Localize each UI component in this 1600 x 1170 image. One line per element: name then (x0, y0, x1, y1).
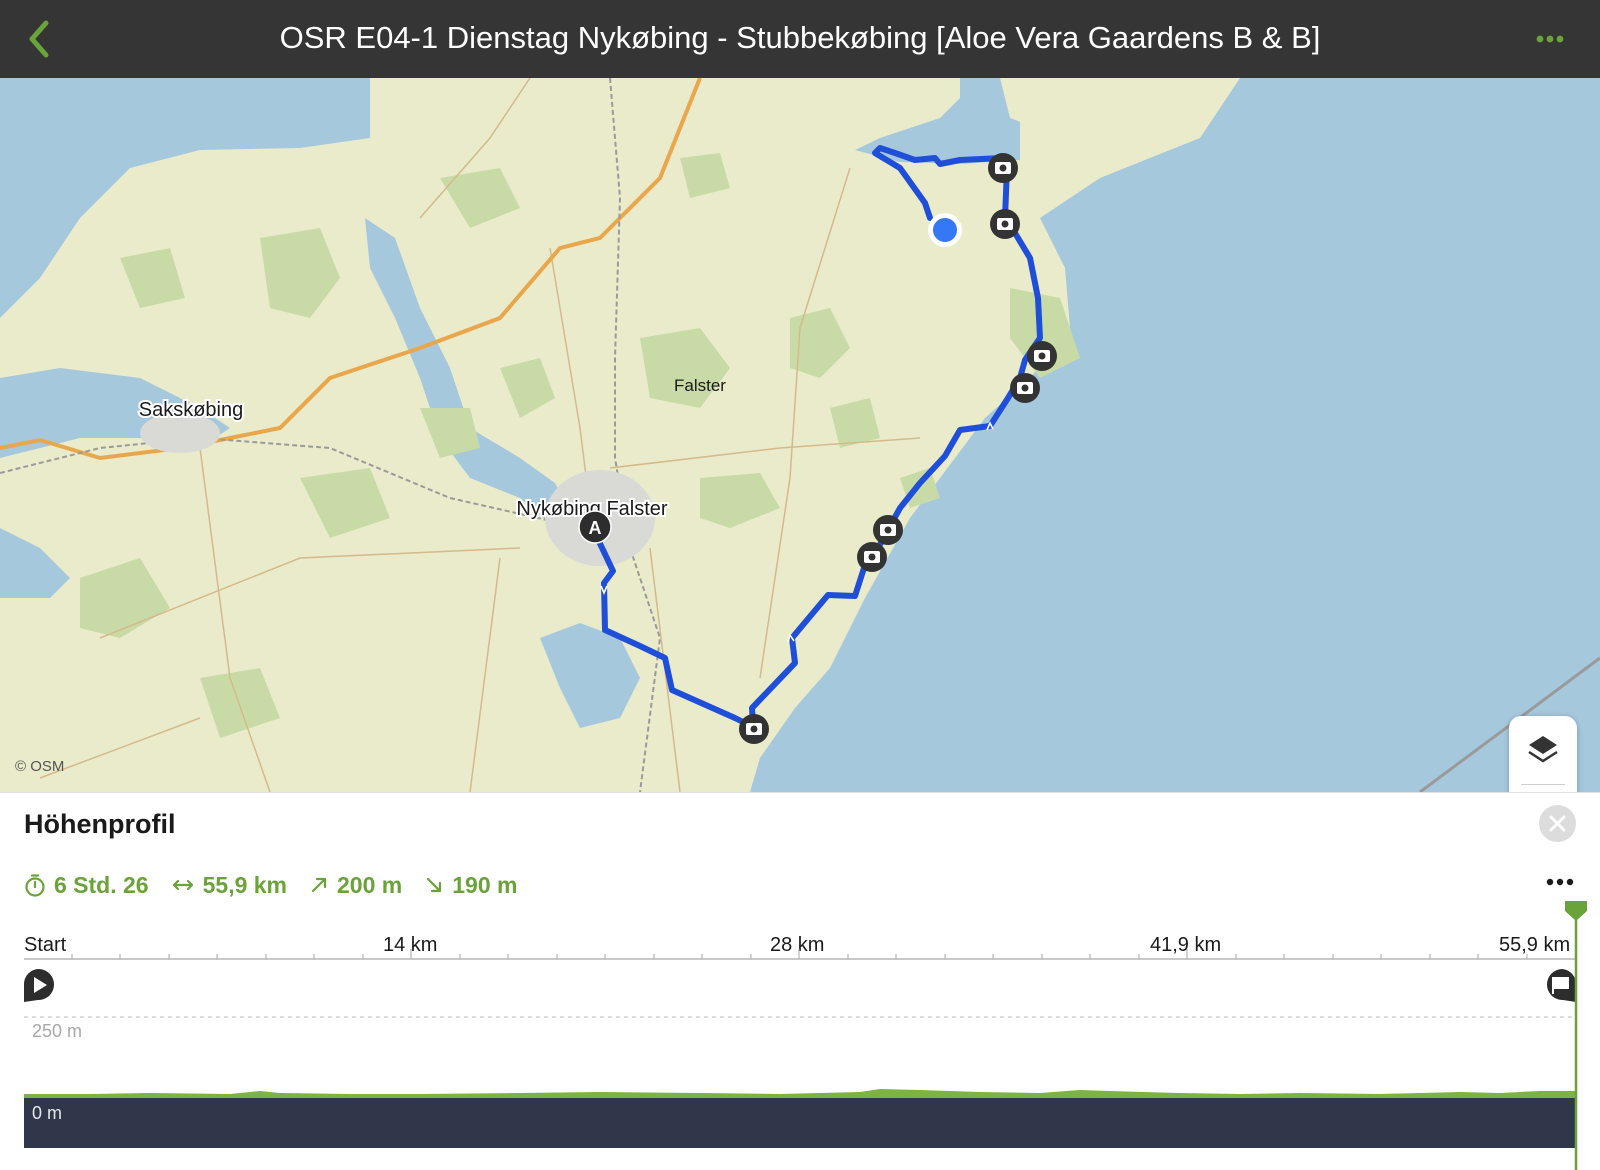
distance-value: 55,9 km (202, 871, 288, 898)
more-dots-icon (1546, 878, 1574, 886)
map-label-sakskobing: Sakskøbing (139, 399, 244, 421)
chevron-left-icon (29, 20, 49, 58)
elevation-curve (24, 1089, 1575, 1098)
map-layers-button[interactable] (1523, 728, 1563, 772)
descent-stat: 190 m (424, 872, 517, 899)
more-dots-icon (1536, 35, 1564, 43)
camera-icon[interactable] (857, 542, 887, 572)
axis-ticks (71, 949, 1528, 959)
camera-icon[interactable] (873, 515, 903, 545)
panel-title: Höhenprofil (24, 809, 176, 839)
play-start-icon[interactable] (23, 968, 55, 1002)
duration-stat: 6 Std. 26 (24, 872, 149, 899)
back-button[interactable] (14, 14, 64, 64)
top-bar: OSR E04-1 Dienstag Nykøbing - Stubbekøbi… (0, 0, 1600, 78)
ascent-arrow-icon (311, 877, 327, 893)
camera-icon[interactable] (988, 153, 1018, 183)
ascent-stat: 200 m (309, 872, 402, 899)
elevation-label-0m: 0 m (32, 1103, 62, 1123)
descent-value: 190 m (452, 871, 518, 898)
camera-icon[interactable] (1010, 373, 1040, 403)
panel-more-button[interactable] (1540, 863, 1580, 901)
distance-arrows-icon (172, 879, 193, 891)
start-marker-label: A (589, 518, 602, 538)
below-sea-level-area (24, 1096, 1575, 1148)
distance-stat: 55,9 km (171, 872, 287, 899)
map-canvas[interactable]: Falster Sakskøbing Nykøbing Falster A (0, 78, 1600, 792)
controls-divider (1521, 784, 1565, 785)
close-panel-button[interactable] (1539, 805, 1576, 842)
elevation-profile-chart[interactable]: 250 m 0 m (0, 901, 1600, 1170)
layers-icon (1528, 736, 1558, 763)
duration-value: 6 Std. 26 (54, 871, 149, 898)
descent-arrow-icon (427, 877, 442, 893)
elevation-panel: Höhenprofil 6 Std. 26 55,9 km 200 m 190 … (0, 792, 1600, 1170)
camera-icon[interactable] (1027, 341, 1057, 371)
map-attribution: © OSM (15, 758, 65, 775)
camera-icon[interactable] (990, 209, 1020, 239)
stopwatch-icon (25, 874, 45, 897)
route-map[interactable]: Falster Sakskøbing Nykøbing Falster A © … (0, 78, 1600, 792)
map-controls (1509, 716, 1577, 792)
more-options-button[interactable] (1524, 20, 1576, 58)
finish-flag-icon[interactable] (1546, 969, 1577, 1002)
close-icon (1549, 815, 1566, 832)
tour-stats: 6 Std. 26 55,9 km 200 m 190 m (24, 867, 539, 903)
position-cursor-handle[interactable] (1565, 901, 1587, 921)
camera-icon[interactable] (739, 714, 769, 744)
elevation-label-250m: 250 m (32, 1021, 82, 1041)
map-label-falster: Falster (674, 376, 726, 395)
ascent-value: 200 m (337, 871, 403, 898)
tour-title: OSR E04-1 Dienstag Nykøbing - Stubbekøbi… (279, 20, 1321, 55)
start-marker[interactable]: A (578, 510, 612, 544)
